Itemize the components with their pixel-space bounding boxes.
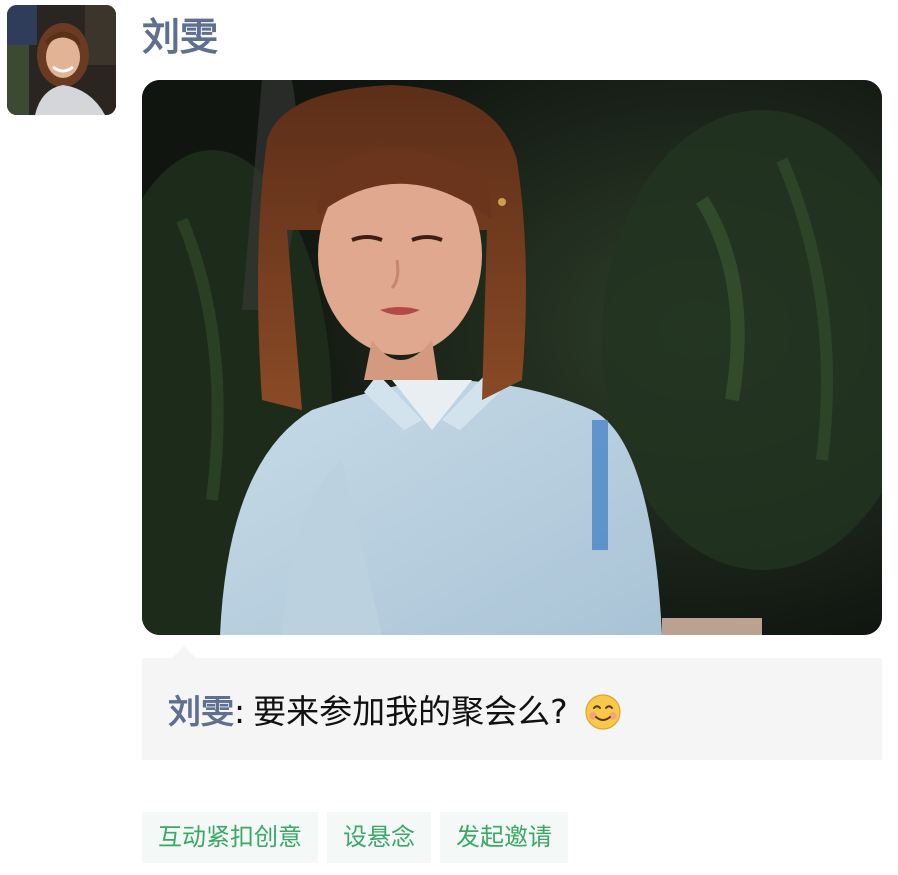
comment-row: 刘雯 : 要来参加我的聚会么? [168,689,622,735]
tag-invitation[interactable]: 发起邀请 [440,812,568,863]
avatar[interactable] [7,5,116,115]
tag-suspense[interactable]: 设悬念 [327,812,431,863]
smiling-face-emoji-icon [585,694,621,730]
comment-separator: : [234,692,246,731]
comment-text: 要来参加我的聚会么? [253,692,568,731]
comment-author[interactable]: 刘雯 [168,689,234,735]
post-photo[interactable] [142,80,882,635]
avatar-photo-icon [7,5,116,115]
action-tags: 互动紧扣创意 设悬念 发起邀请 [142,812,568,863]
tag-interaction-creative[interactable]: 互动紧扣创意 [142,812,318,863]
post-photo-icon [142,80,882,635]
post-author-name[interactable]: 刘雯 [142,12,218,62]
comment-pointer [172,646,196,658]
